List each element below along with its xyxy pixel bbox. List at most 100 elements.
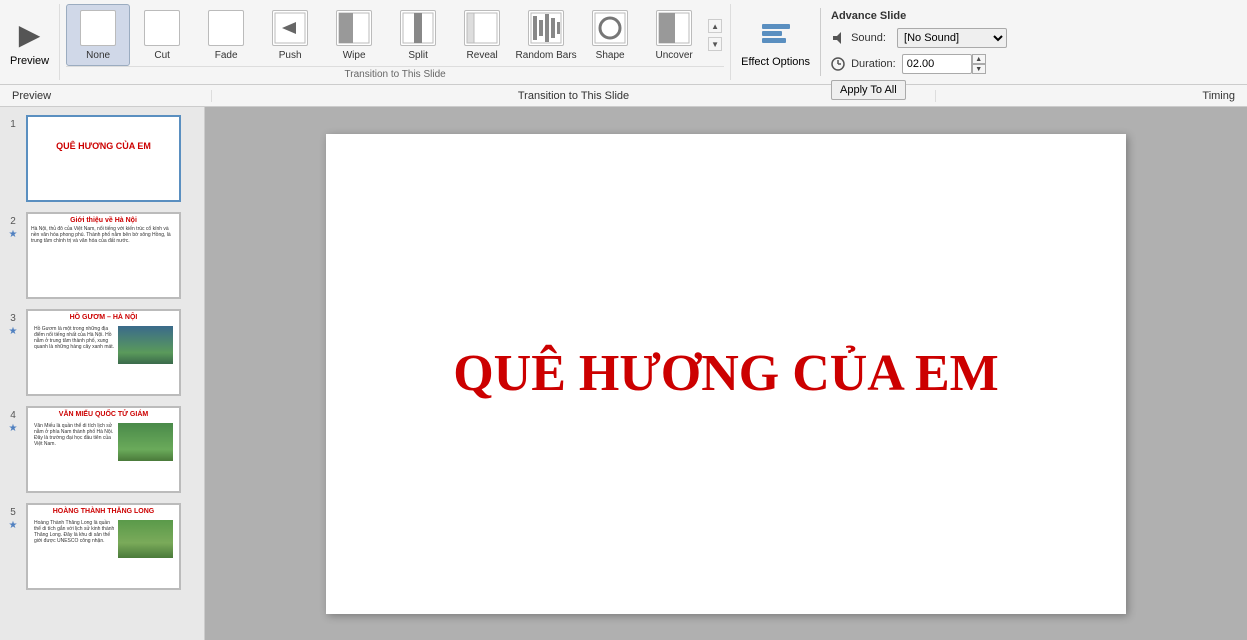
slide-thumb-3[interactable]: HỒ GƯƠM – HÀ NỘI Hồ Gươm là một trong nh…	[26, 309, 181, 396]
slide-2-title: Giới thiệu về Hà Nội	[31, 217, 176, 224]
sound-icon-label: Sound:	[831, 31, 891, 45]
cut-icon	[144, 10, 180, 46]
wipe-icon	[336, 10, 372, 46]
fade-icon	[208, 10, 244, 46]
slide-item-5[interactable]: 5 ★ HOÀNG THÀNH THĂNG LONG Hoàng Thành T…	[6, 503, 198, 590]
none-label: None	[86, 50, 110, 61]
push-label: Push	[279, 50, 302, 61]
transition-random-bars[interactable]: Random Bars	[514, 4, 578, 66]
shape-icon	[592, 10, 628, 46]
slide-5-image	[118, 520, 173, 558]
duration-label: Duration:	[851, 58, 896, 70]
none-icon	[80, 10, 116, 46]
slide-3-body: Hồ Gươm là một trong những địa điểm nổi …	[34, 326, 115, 350]
duration-up[interactable]: ▲	[972, 54, 986, 64]
transitions-content: None Cut Fade Push Wipe	[66, 4, 724, 66]
slide-5-star: ★	[9, 520, 18, 531]
main-slide-title: QUÊ HƯƠNG CỦA EM	[453, 344, 999, 403]
uncover-icon	[656, 10, 692, 46]
split-icon	[400, 10, 436, 46]
transition-reveal[interactable]: Reveal	[450, 4, 514, 66]
transition-cut[interactable]: Cut	[130, 4, 194, 66]
transition-fade[interactable]: Fade	[194, 4, 258, 66]
slide-2-content: Giới thiệu về Hà Nội Hà Nội, thủ đô của …	[28, 214, 179, 247]
slide-2-body: Hà Nội, thủ đô của Việt Nam, nổi tiếng v…	[31, 226, 176, 244]
slide-thumb-4[interactable]: VĂN MIẾU QUỐC TỬ GIÁM Văn Miếu là quần t…	[26, 406, 181, 493]
preview-label: Preview	[10, 55, 49, 67]
random-bars-icon	[528, 10, 564, 46]
slide-3-layout: Hồ Gươm là một trong những địa điểm nổi …	[31, 323, 176, 367]
duration-row: Duration: 02.00 ▲ ▼	[831, 54, 1071, 74]
slide-number-4: 4 ★	[6, 406, 20, 434]
timing-panel: Advance Slide Sound: [No Sound] Duration…	[821, 4, 1081, 80]
transition-push[interactable]: Push	[258, 4, 322, 66]
transitions-group: None Cut Fade Push Wipe	[60, 4, 731, 80]
slide-item-2[interactable]: 2 ★ Giới thiệu về Hà Nội Hà Nội, thủ đô …	[6, 212, 198, 299]
slide-canvas: QUÊ HƯƠNG CỦA EM	[326, 134, 1126, 614]
transition-wipe[interactable]: Wipe	[322, 4, 386, 66]
reveal-icon	[464, 10, 500, 46]
duration-input[interactable]: 02.00	[902, 54, 972, 74]
slide-4-star: ★	[9, 423, 18, 434]
cut-label: Cut	[154, 50, 170, 61]
advance-slide-label: Advance Slide	[831, 10, 1071, 22]
preview-button[interactable]: ▶ Preview	[0, 4, 60, 80]
fade-label: Fade	[215, 50, 238, 61]
split-label: Split	[408, 50, 427, 61]
slide-4-image	[118, 423, 173, 461]
slide-3-star: ★	[9, 326, 18, 337]
slide-thumb-1-content: QUÊ HƯƠNG CỦA EM	[28, 117, 179, 200]
slide-1-title: QUÊ HƯƠNG CỦA EM	[32, 141, 175, 151]
sound-label: Sound:	[851, 32, 886, 44]
preview-icon: ▶	[19, 18, 41, 51]
transition-none[interactable]: None	[66, 4, 130, 66]
slide-2-star: ★	[9, 229, 18, 240]
scroll-up-arrow[interactable]: ▲	[708, 19, 722, 33]
main-area: 1 QUÊ HƯƠNG CỦA EM 2 ★ Giới thiệu về Hà …	[0, 107, 1247, 640]
slide-thumb-5[interactable]: HOÀNG THÀNH THĂNG LONG Hoàng Thành Thăng…	[26, 503, 181, 590]
slide-5-body: Hoàng Thành Thăng Long là quần thể di tí…	[34, 520, 115, 544]
slide-thumb-1[interactable]: QUÊ HƯƠNG CỦA EM	[26, 115, 181, 202]
status-timing: Timing	[935, 90, 1235, 102]
slide-number-1: 1	[6, 115, 20, 130]
slide-4-title: VĂN MIẾU QUỐC TỬ GIÁM	[31, 411, 176, 418]
slide-item-1[interactable]: 1 QUÊ HƯƠNG CỦA EM	[6, 115, 198, 202]
transitions-section-label: Transition to This Slide	[66, 66, 724, 80]
push-icon	[272, 10, 308, 46]
transition-split[interactable]: Split	[386, 4, 450, 66]
transition-uncover[interactable]: Uncover	[642, 4, 706, 66]
sound-select[interactable]: [No Sound]	[897, 28, 1007, 48]
effect-options-icon	[758, 16, 794, 52]
slide-4-body: Văn Miếu là quần thể di tích lịch sử nằm…	[34, 423, 115, 447]
slide-panel: 1 QUÊ HƯƠNG CỦA EM 2 ★ Giới thiệu về Hà …	[0, 107, 205, 640]
slide-number-5: 5 ★	[6, 503, 20, 531]
duration-down[interactable]: ▼	[972, 64, 986, 74]
slide-3-title: HỒ GƯƠM – HÀ NỘI	[31, 314, 176, 321]
slide-4-layout: Văn Miếu là quần thể di tích lịch sử nằm…	[31, 420, 176, 464]
duration-spinner: 02.00 ▲ ▼	[902, 54, 986, 74]
slide-item-3[interactable]: 3 ★ HỒ GƯƠM – HÀ NỘI Hồ Gươm là một tron…	[6, 309, 198, 396]
random-bars-label: Random Bars	[516, 50, 577, 61]
main-canvas: QUÊ HƯƠNG CỦA EM	[205, 107, 1247, 640]
reveal-label: Reveal	[467, 50, 498, 61]
shape-label: Shape	[596, 50, 625, 61]
slide-5-title: HOÀNG THÀNH THĂNG LONG	[31, 508, 176, 515]
slide-item-4[interactable]: 4 ★ VĂN MIẾU QUỐC TỬ GIÁM Văn Miếu là qu…	[6, 406, 198, 493]
duration-icon-label: Duration:	[831, 57, 896, 71]
slide-number-3: 3 ★	[6, 309, 20, 337]
sound-row: Sound: [No Sound]	[831, 28, 1071, 48]
uncover-label: Uncover	[656, 50, 693, 61]
slide-3-content: HỒ GƯƠM – HÀ NỘI Hồ Gươm là một trong nh…	[28, 311, 179, 370]
duration-spinner-btns: ▲ ▼	[972, 54, 986, 74]
slide-5-content: HOÀNG THÀNH THĂNG LONG Hoàng Thành Thăng…	[28, 505, 179, 564]
slide-thumb-2[interactable]: Giới thiệu về Hà Nội Hà Nội, thủ đô của …	[26, 212, 181, 299]
status-center: Transition to This Slide	[212, 90, 935, 102]
slide-4-content: VĂN MIẾU QUỐC TỬ GIÁM Văn Miếu là quần t…	[28, 408, 179, 467]
transition-shape[interactable]: Shape	[578, 4, 642, 66]
transition-scroll: ▲ ▼	[706, 19, 724, 51]
effect-options-button[interactable]: Effect Options	[731, 4, 820, 80]
ribbon: ▶ Preview None Cut Fade Push	[0, 0, 1247, 85]
slide-3-image	[118, 326, 173, 364]
wipe-label: Wipe	[343, 50, 366, 61]
scroll-down-arrow[interactable]: ▼	[708, 37, 722, 51]
